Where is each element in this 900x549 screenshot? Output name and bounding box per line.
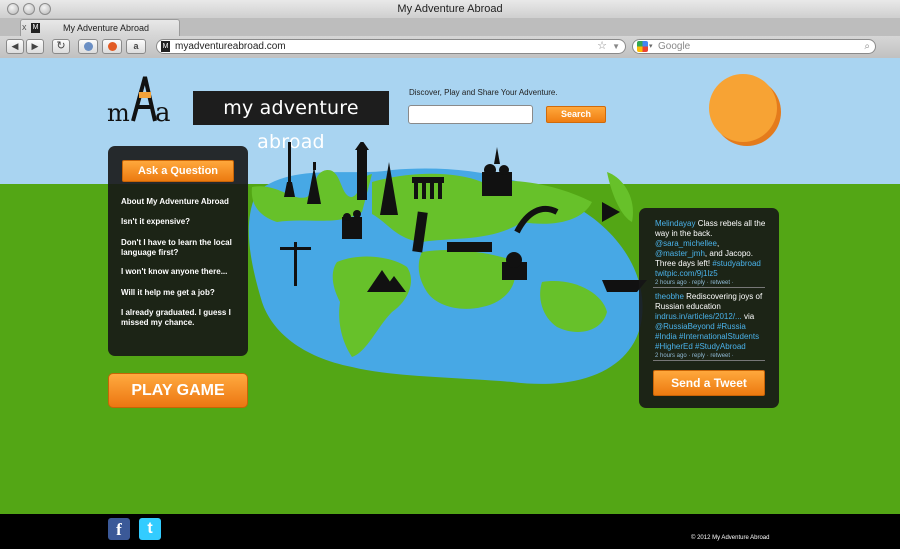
gear-icon [83,42,93,51]
page: m a my adventure abroad Discover, Play a… [0,58,900,549]
sun-decoration [709,74,777,142]
tab-bar: x M My Adventure Abroad [0,18,900,37]
back-icon: ◀ [11,41,19,51]
footer [0,514,900,549]
site-favicon: M [161,41,170,52]
tweet-mention[interactable]: @sara_michellee [655,239,717,248]
forward-icon: ▶ [31,41,39,51]
addon-button[interactable] [102,39,122,54]
send-tweet-button[interactable]: Send a Tweet [653,370,765,396]
site-search-input[interactable] [408,105,533,124]
brand-name-banner[interactable]: my adventure abroad [193,91,389,153]
world-map-illustration[interactable] [222,142,672,402]
svg-text:a: a [155,98,171,124]
browser-tab[interactable]: x M My Adventure Abroad [20,19,180,36]
tagline: Discover, Play and Share Your Adventure. [409,88,558,97]
tweet-item: Melindayay Class rebels all the way in t… [655,219,767,288]
amazon-icon: a [133,41,139,51]
faq-link-know-anyone[interactable]: I won't know anyone there... [121,267,239,277]
search-button[interactable]: Search [546,106,606,123]
tweet-divider [653,360,765,361]
search-end-icon: ⌕ [864,41,870,52]
faq-link-language[interactable]: Don't I have to learn the local language… [121,238,239,258]
star-bookmark-icon[interactable]: ☆ [597,40,607,53]
address-bar[interactable]: M myadventureabroad.com ☆ ▼ [156,39,626,54]
faq-link-about[interactable]: About My Adventure Abroad [121,197,239,207]
search-engine-chevron-icon[interactable]: ▾ [649,40,653,53]
tweet-mention[interactable]: @master_jmh [655,249,705,258]
window-title: My Adventure Abroad [397,3,503,15]
forward-button[interactable]: ▶ [26,39,44,54]
tweet-via: via [741,312,755,321]
tweet-item: theobhe Rediscovering joys of Russian ed… [655,292,767,361]
browser-search-field[interactable]: ▾ Google ⌕ [632,39,876,54]
faq-link-job[interactable]: Will it help me get a job? [121,288,239,298]
twitter-icon[interactable]: t [139,518,161,540]
tweet-user[interactable]: Melindayay [655,219,695,228]
faq-link-graduated[interactable]: I already graduated. I guess I missed my… [121,308,239,328]
faq-panel: Ask a Question About My Adventure Abroad… [108,146,248,356]
tweet-divider [653,287,765,288]
amazon-button[interactable]: a [126,39,146,54]
back-button[interactable]: ◀ [6,39,24,54]
tab-label: My Adventure Abroad [63,23,150,33]
tweet-separator: , [716,239,720,248]
tweet-link[interactable]: twitpic.com/9j1lz5 [655,269,718,278]
tab-close-icon[interactable]: x [22,22,27,32]
copyright-text: © 2012 My Adventure Abroad [691,535,770,541]
google-icon[interactable] [637,41,648,52]
tweet-link[interactable]: indrus.in/articles/2012/... [655,312,742,321]
logo-mark[interactable]: m a [107,74,187,124]
search-placeholder: Google [658,41,691,52]
reload-button[interactable]: ↻ [52,39,70,54]
svg-text:m: m [107,99,130,124]
bookmark-extension-button[interactable] [78,39,98,54]
window-titlebar: My Adventure Abroad [0,0,900,19]
tab-favicon: M [31,23,40,33]
chevron-down-icon[interactable]: ▼ [612,40,620,53]
browser-toolbar: ◀ ▶ ↻ a M myadventureabroad.com ☆ ▼ ▾ Go… [0,36,900,59]
url-text: myadventureabroad.com [175,41,286,52]
twitter-feed-panel: Melindayay Class rebels all the way in t… [639,208,779,408]
facebook-icon[interactable]: f [108,518,130,540]
reload-icon: ↻ [56,40,66,52]
faq-link-expensive[interactable]: Isn't it expensive? [121,217,239,227]
ask-question-button[interactable]: Ask a Question [122,160,234,182]
addon-icon [107,42,117,51]
tweet-mention[interactable]: @RussiaBeyond [655,322,715,331]
play-game-button[interactable]: PLAY GAME [108,373,248,408]
tweet-hashtag[interactable]: #studyabroad [712,259,760,268]
tweet-user[interactable]: theobhe [655,292,684,301]
